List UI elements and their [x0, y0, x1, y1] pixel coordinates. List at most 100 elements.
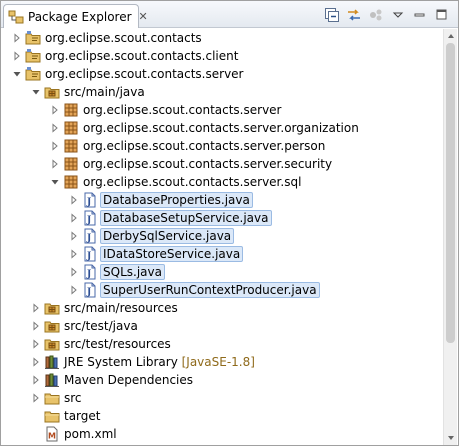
tree-item-label[interactable]: org.eclipse.scout.contacts.server.sql [81, 174, 303, 190]
tree-item[interactable]: org.eclipse.scout.contacts.server [2, 101, 444, 119]
tree-item-label[interactable]: pom.xml [62, 426, 119, 442]
tree-item-label[interactable]: JRE System Library [JavaSE-1.8] [62, 354, 257, 370]
scroll-up-arrow-icon[interactable] [447, 32, 455, 40]
tree-item-text: target [64, 409, 101, 423]
source-folder-icon [44, 300, 60, 316]
collapsed-arrow-icon[interactable] [31, 303, 41, 313]
collapsed-arrow-icon[interactable] [50, 123, 60, 133]
tab-package-explorer[interactable]: Package Explorer ✕ [3, 4, 148, 28]
svg-text:J: J [86, 252, 91, 262]
expanded-arrow-icon[interactable] [12, 69, 22, 79]
tree-item[interactable]: org.eclipse.scout.contacts.server.securi… [2, 155, 444, 173]
project-icon [25, 30, 41, 46]
collapsed-arrow-icon[interactable] [31, 393, 41, 403]
collapsed-arrow-icon[interactable] [31, 357, 41, 367]
tree-item[interactable]: org.eclipse.scout.contacts [2, 29, 444, 47]
tree-item[interactable]: src/test/resources [2, 335, 444, 353]
collapsed-arrow-icon[interactable] [12, 33, 22, 43]
collapsed-arrow-icon[interactable] [50, 159, 60, 169]
tree-item-text: org.eclipse.scout.contacts.server [45, 67, 244, 81]
tree-item[interactable]: JRE System Library [JavaSE-1.8] [2, 353, 444, 371]
tree-item[interactable]: Maven Dependencies [2, 371, 444, 389]
package-icon [63, 156, 79, 172]
close-icon[interactable]: ✕ [139, 11, 148, 22]
tree-item[interactable]: target [2, 407, 444, 425]
tree-item[interactable]: org.eclipse.scout.contacts.server.organi… [2, 119, 444, 137]
collapsed-arrow-icon[interactable] [69, 195, 79, 205]
svg-text:J: J [86, 288, 91, 298]
tree-item-label[interactable]: org.eclipse.scout.contacts [43, 30, 204, 46]
tree-item[interactable]: J DatabaseProperties.java [2, 191, 444, 209]
collapsed-arrow-icon[interactable] [50, 141, 60, 151]
tree-item[interactable]: J DerbySqlService.java [2, 227, 444, 245]
expanded-arrow-icon[interactable] [50, 177, 60, 187]
tree-item[interactable]: src/test/java [2, 317, 444, 335]
collapse-all-icon[interactable] [322, 7, 342, 23]
project-icon [25, 66, 41, 82]
tree-item-text: DerbySqlService.java [103, 229, 232, 243]
collapsed-arrow-icon[interactable] [69, 249, 79, 259]
tree-item[interactable]: src/main/java [2, 83, 444, 101]
vertical-scrollbar[interactable] [443, 29, 457, 445]
svg-text:J: J [86, 198, 91, 208]
tree-item-text: src/main/java [64, 85, 145, 99]
tree-item[interactable]: Mpom.xml [2, 425, 444, 443]
tree-item-text: IDataStoreService.java [103, 247, 241, 261]
collapsed-arrow-icon[interactable] [50, 105, 60, 115]
tree-item-label[interactable]: DerbySqlService.java [100, 228, 235, 244]
tree-item-label[interactable]: DatabaseSetupService.java [100, 210, 272, 226]
collapsed-arrow-icon[interactable] [12, 51, 22, 61]
tree-item-label[interactable]: org.eclipse.scout.contacts.server.organi… [81, 120, 361, 136]
maximize-icon[interactable] [432, 7, 452, 23]
tree-item[interactable]: J SQLs.java [2, 263, 444, 281]
package-explorer-icon [8, 9, 24, 25]
tree-item-text: DatabaseProperties.java [103, 193, 250, 207]
tree-item[interactable]: org.eclipse.scout.contacts.server [2, 65, 444, 83]
tree-item[interactable]: J DatabaseSetupService.java [2, 209, 444, 227]
collapsed-arrow-icon[interactable] [31, 339, 41, 349]
collapsed-arrow-icon[interactable] [69, 213, 79, 223]
tree-item[interactable]: org.eclipse.scout.contacts.server.sql [2, 173, 444, 191]
tree-item[interactable]: src [2, 389, 444, 407]
view-toolbar [322, 7, 452, 23]
package-tree[interactable]: org.eclipse.scout.contacts org.eclipse.sc… [2, 29, 444, 445]
link-with-editor-icon[interactable] [344, 7, 364, 23]
tree-item-label[interactable]: src/main/java [62, 84, 147, 100]
tree-item-label[interactable]: org.eclipse.scout.contacts.server [43, 66, 246, 82]
tree-item-label[interactable]: SQLs.java [100, 264, 165, 280]
collapsed-arrow-icon[interactable] [31, 375, 41, 385]
collapsed-arrow-icon[interactable] [31, 321, 41, 331]
tree-item[interactable]: J SuperUserRunContextProducer.java [2, 281, 444, 299]
focus-on-active-task-icon[interactable] [366, 7, 386, 23]
tree-item[interactable]: org.eclipse.scout.contacts.client [2, 47, 444, 65]
tree-item-label[interactable]: DatabaseProperties.java [100, 192, 253, 208]
tree-item-text: pom.xml [64, 427, 117, 441]
collapsed-arrow-icon[interactable] [69, 267, 79, 277]
java-file-icon: J [82, 246, 98, 262]
tree-item-label[interactable]: target [62, 408, 103, 424]
tree-item-label[interactable]: SuperUserRunContextProducer.java [100, 282, 320, 298]
collapsed-arrow-icon[interactable] [69, 285, 79, 295]
tree-item-label[interactable]: src [62, 390, 84, 406]
collapsed-arrow-icon[interactable] [69, 231, 79, 241]
tree-item[interactable]: J IDataStoreService.java [2, 245, 444, 263]
minimize-icon[interactable] [410, 7, 430, 23]
tree-item-label[interactable]: Maven Dependencies [62, 372, 195, 388]
tree-item[interactable]: org.eclipse.scout.contacts.server.person [2, 137, 444, 155]
view-menu-icon[interactable] [388, 7, 408, 23]
tree-item-label[interactable]: org.eclipse.scout.contacts.server [81, 102, 284, 118]
tree-item-label[interactable]: org.eclipse.scout.contacts.server.person [81, 138, 327, 154]
tree-item-label[interactable]: src/main/resources [62, 300, 180, 316]
tree-item-label[interactable]: org.eclipse.scout.contacts.client [43, 48, 240, 64]
tree-item[interactable]: src/main/resources [2, 299, 444, 317]
tree-item-label[interactable]: org.eclipse.scout.contacts.server.securi… [81, 156, 334, 172]
expanded-arrow-icon[interactable] [31, 87, 41, 97]
package-icon [63, 120, 79, 136]
scroll-down-arrow-icon[interactable] [447, 434, 455, 442]
tree-item-label[interactable]: src/test/resources [62, 336, 173, 352]
tree-item-text: src/test/resources [64, 337, 171, 351]
svg-text:J: J [86, 234, 91, 244]
tree-item-label[interactable]: src/test/java [62, 318, 140, 334]
tree-item-label[interactable]: IDataStoreService.java [100, 246, 244, 262]
scrollbar-thumb[interactable] [446, 43, 455, 343]
